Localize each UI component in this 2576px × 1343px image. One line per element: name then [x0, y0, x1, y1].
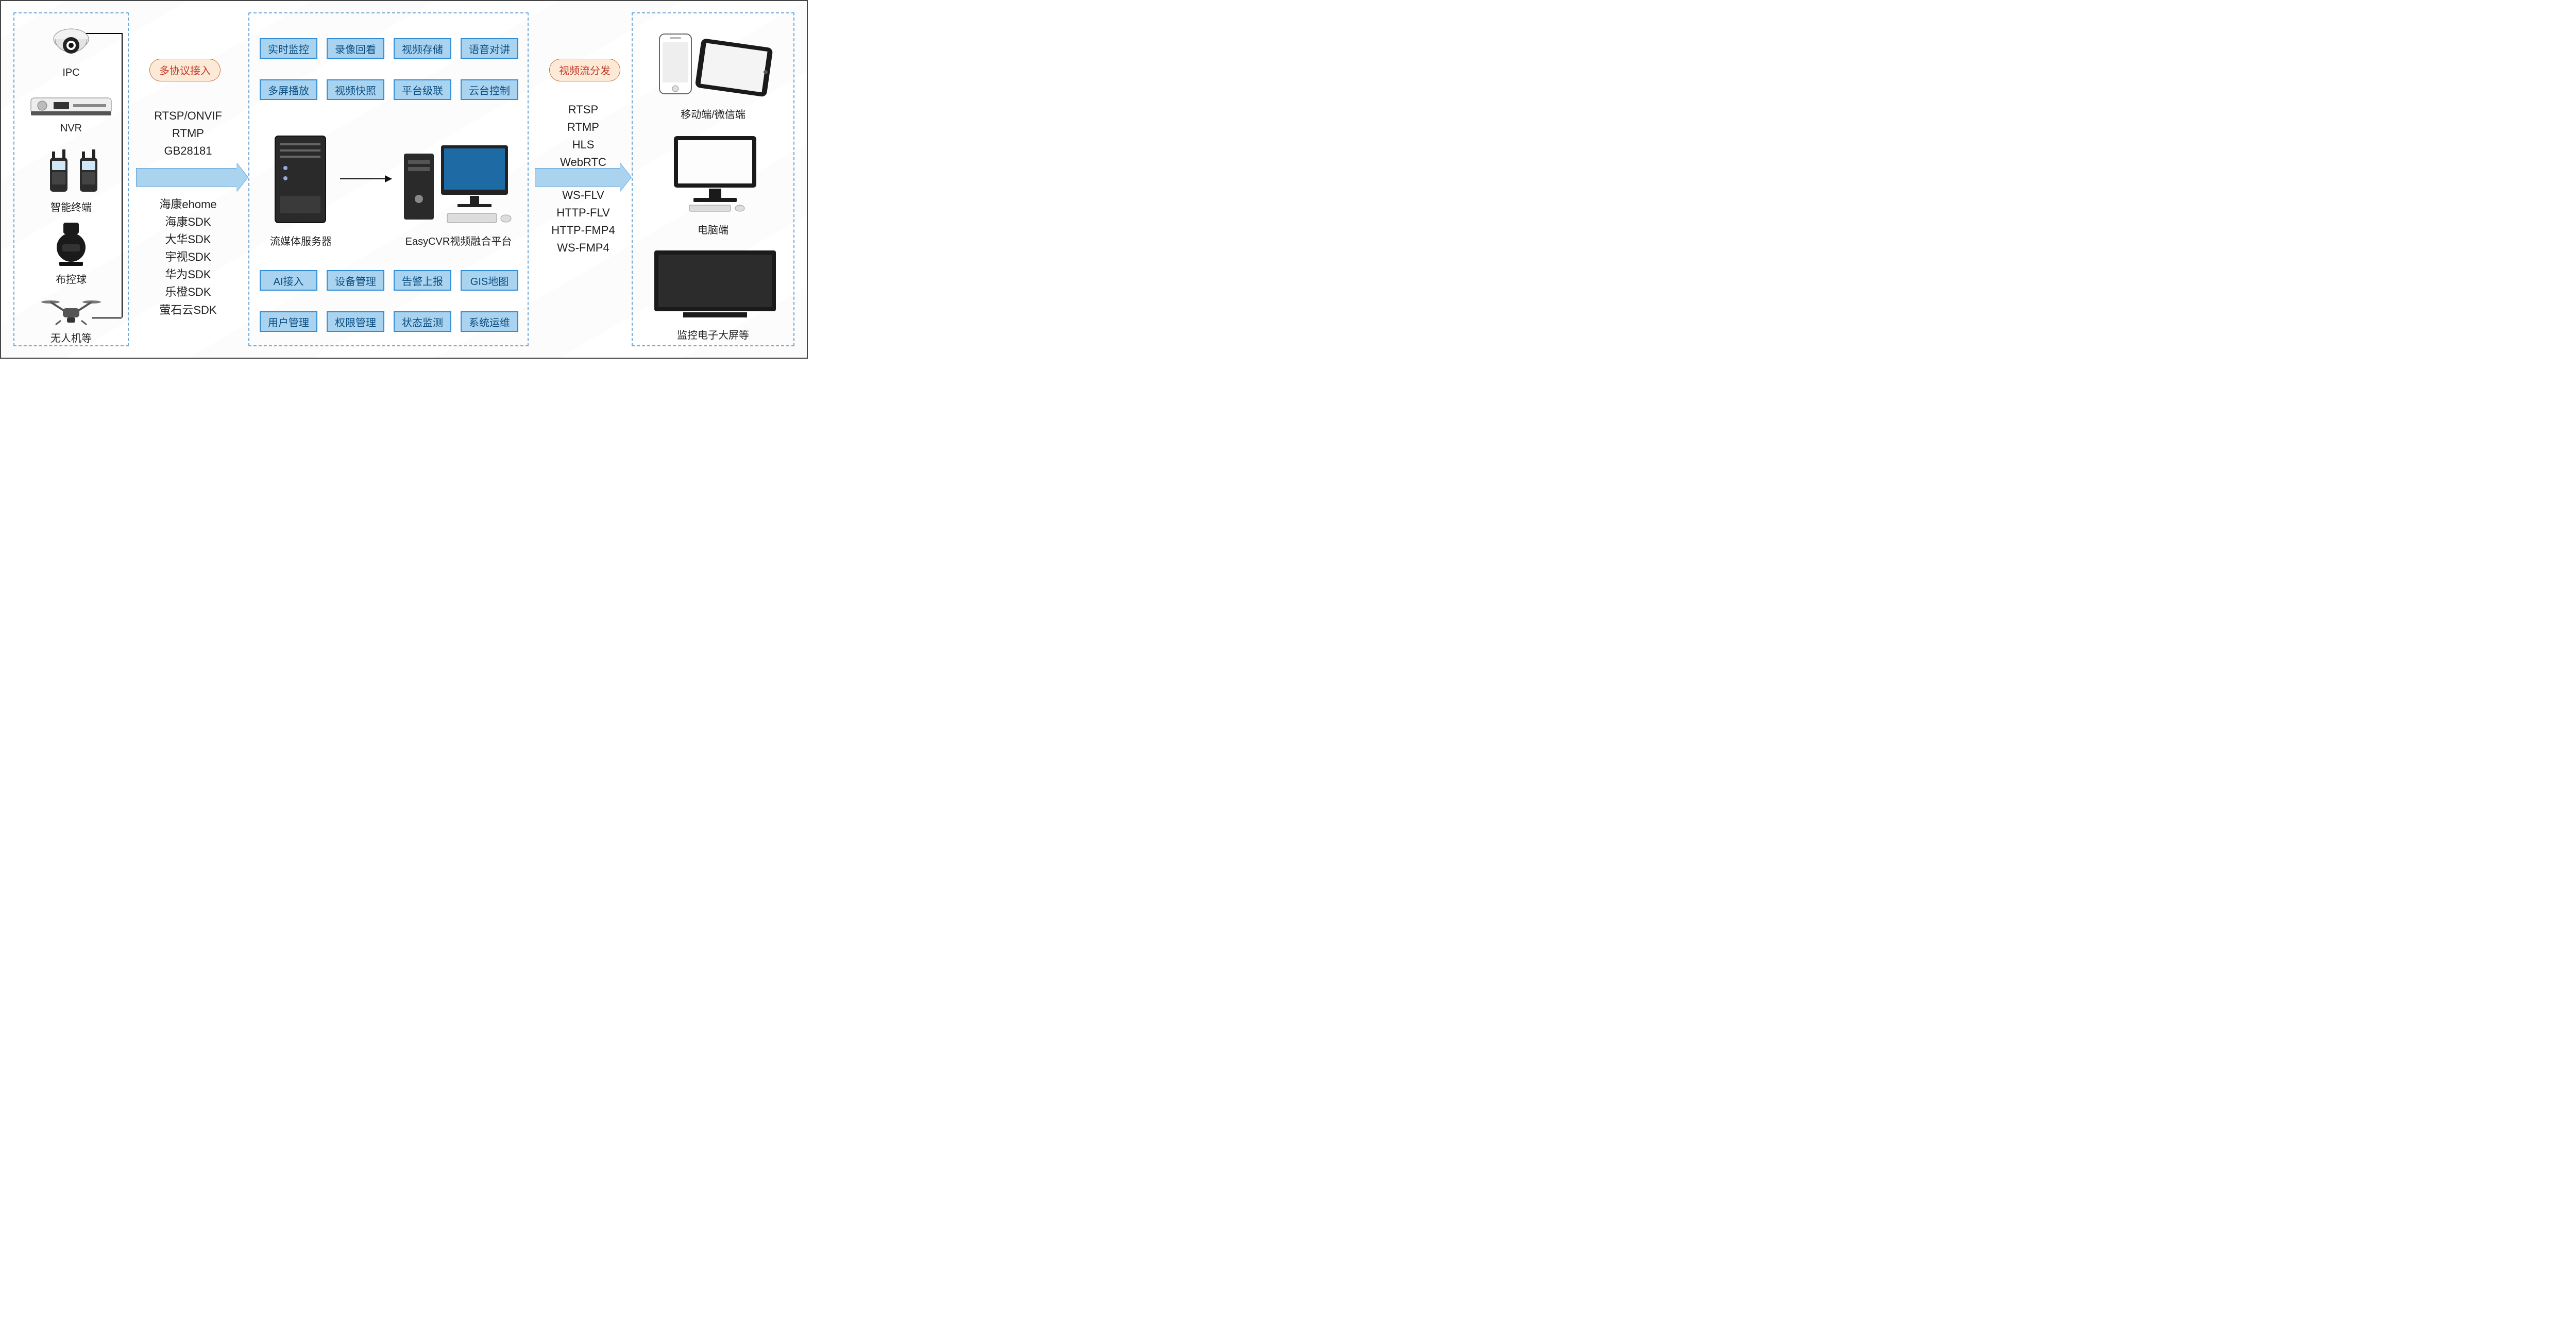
- workstation-icon: [402, 142, 515, 229]
- device-ipc: IPC: [14, 28, 128, 79]
- client-label-pc: 电脑端: [633, 222, 793, 237]
- inputs-panel: IPC NVR: [13, 12, 129, 346]
- capability-box: 状态监测: [394, 311, 451, 332]
- protocol: 乐橙SDK: [149, 283, 227, 301]
- device-label: 无人机等: [50, 330, 92, 345]
- protocol: 宇视SDK: [149, 248, 227, 266]
- capability-box: 告警上报: [394, 270, 451, 291]
- capability-box: 视频快照: [327, 79, 384, 100]
- protocol: 海康SDK: [149, 213, 227, 231]
- protocol: RTMP: [149, 125, 227, 142]
- format: HTTP-FLV: [547, 204, 619, 222]
- drone-icon: [40, 294, 102, 327]
- cap-row: 多屏播放 视频快照 平台级联 云台控制: [260, 79, 518, 100]
- format: WS-FLV: [547, 187, 619, 204]
- capability-box: 实时监控: [260, 38, 317, 59]
- capability-box: AI接入: [260, 270, 317, 291]
- device-label: 布控球: [56, 271, 87, 286]
- platform-panel: 实时监控 录像回看 视频存储 语音对讲 多屏播放 视频快照 平台级联 云台控制: [248, 12, 529, 346]
- device-label: 智能终端: [50, 199, 92, 214]
- format: WS-FMP4: [547, 239, 619, 257]
- protocol: 大华SDK: [149, 231, 227, 248]
- capability-box: 权限管理: [327, 311, 384, 332]
- capability-box: 平台级联: [394, 79, 451, 100]
- cap-row: AI接入 设备管理 告警上报 GIS地图: [260, 270, 518, 291]
- flow-arrow-ingest: [136, 168, 237, 187]
- distribute-formats-a: RTSP RTMP HLS WebRTC: [547, 101, 619, 171]
- ingest-title-pill: 多协议接入: [149, 59, 221, 81]
- format: RTSP: [547, 101, 619, 119]
- server-icon: [272, 134, 329, 227]
- capability-box: 用户管理: [260, 311, 317, 332]
- capability-box: 视频存储: [394, 38, 451, 59]
- distribute-title-pill: 视频流分发: [549, 59, 620, 81]
- flow-arrow-distribute: [535, 168, 620, 187]
- capability-box: 多屏播放: [260, 79, 317, 100]
- protocol: 萤石云SDK: [149, 301, 227, 319]
- format: HLS: [547, 136, 619, 154]
- capability-box: 录像回看: [327, 38, 384, 59]
- capability-box: 云台控制: [461, 79, 518, 100]
- desktop-pc-icon: [669, 132, 761, 214]
- video-wall-icon: [652, 248, 778, 321]
- capability-box: 设备管理: [327, 270, 384, 291]
- walkie-talkie-icon: [38, 148, 105, 196]
- architecture-diagram: IPC NVR: [0, 0, 808, 359]
- cap-row: 用户管理 权限管理 状态监测 系统运维: [260, 311, 518, 332]
- pill-text: 多协议接入: [159, 65, 211, 77]
- client-label-mobile: 移动端/微信端: [633, 106, 793, 121]
- server-label: 流媒体服务器: [265, 233, 337, 248]
- device-nvr: NVR: [14, 95, 128, 135]
- device-uav: 无人机等: [14, 294, 128, 345]
- capability-box: 系统运维: [461, 311, 518, 332]
- format: HTTP-FMP4: [547, 222, 619, 239]
- device-ptz-ball: 布控球: [14, 222, 128, 286]
- nvr-icon: [30, 95, 112, 120]
- protocol: GB28181: [149, 142, 227, 160]
- client-label-wall: 监控电子大屏等: [633, 327, 793, 342]
- flow-arrow-internal: [340, 178, 392, 179]
- ingest-standard-protocols: RTSP/ONVIF RTMP GB28181: [149, 107, 227, 160]
- capability-box: GIS地图: [461, 270, 518, 291]
- mobile-devices-icon: [650, 31, 779, 98]
- protocol: 华为SDK: [149, 266, 227, 283]
- capability-box: 语音对讲: [461, 38, 518, 59]
- dome-camera-icon: [51, 28, 91, 64]
- format: RTMP: [547, 119, 619, 136]
- device-label: IPC: [62, 67, 79, 79]
- cap-row: 实时监控 录像回看 视频存储 语音对讲: [260, 38, 518, 59]
- protocol: 海康ehome: [149, 196, 227, 213]
- ingest-sdk-protocols: 海康ehome 海康SDK 大华SDK 宇视SDK 华为SDK 乐橙SDK 萤石…: [149, 196, 227, 319]
- pill-text: 视频流分发: [559, 65, 611, 77]
- device-label: NVR: [60, 123, 82, 135]
- product-label: EasyCVR视频融合平台: [397, 233, 520, 248]
- ptz-camera-icon: [51, 222, 91, 268]
- device-smart-terminal: 智能终端: [14, 148, 128, 214]
- protocol: RTSP/ONVIF: [149, 107, 227, 125]
- clients-panel: 移动端/微信端 电脑端 监控电子大屏等: [632, 12, 794, 346]
- distribute-formats-b: WS-FLV HTTP-FLV HTTP-FMP4 WS-FMP4: [547, 187, 619, 257]
